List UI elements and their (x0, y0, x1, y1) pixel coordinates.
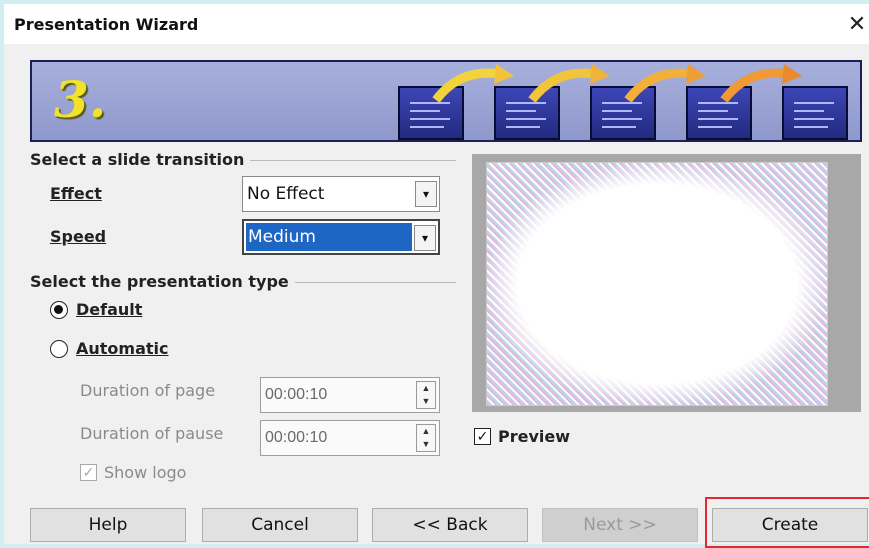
duration-pause-value: 00:00:10 (265, 429, 328, 446)
automatic-radio[interactable] (50, 340, 68, 358)
effect-label: Effect (50, 184, 102, 203)
show-logo-checkbox[interactable]: ✓ (80, 464, 97, 481)
speed-value: Medium (246, 223, 412, 251)
automatic-radio-label[interactable]: Automatic (76, 339, 169, 358)
speed-label: Speed (50, 227, 107, 246)
speed-dropdown[interactable]: Medium ▾ (242, 219, 440, 255)
duration-pause-label: Duration of pause (80, 424, 224, 443)
chevron-up-icon[interactable]: ▲ (417, 382, 435, 395)
curved-arrow-icon (720, 64, 802, 103)
presentation-wizard-window: Presentation Wizard ✕ 3. Select a slide … (0, 0, 869, 548)
step-number: 3. (54, 70, 107, 129)
effect-dropdown[interactable]: No Effect ▾ (242, 176, 440, 212)
presentation-type-group-label: Select the presentation type (30, 272, 295, 291)
title-bar: Presentation Wizard ✕ (4, 4, 869, 44)
close-icon[interactable]: ✕ (842, 8, 869, 40)
transition-group-label: Select a slide transition (30, 150, 251, 169)
spinner-buttons[interactable]: ▲ ▼ (416, 424, 436, 452)
window-title: Presentation Wizard (14, 15, 199, 34)
default-radio[interactable] (50, 301, 68, 319)
back-button[interactable]: << Back (372, 508, 528, 542)
preview-label[interactable]: Preview (498, 427, 570, 446)
preview-frame (472, 154, 861, 412)
help-button[interactable]: Help (30, 508, 186, 542)
chevron-up-icon[interactable]: ▲ (417, 425, 435, 438)
preview-checkbox[interactable]: ✓ (474, 428, 491, 445)
duration-pause-spinner[interactable]: 00:00:10 ▲ ▼ (260, 420, 440, 456)
curved-arrow-icon (432, 64, 514, 103)
curved-arrow-icon (528, 64, 610, 103)
chevron-down-icon[interactable]: ▼ (417, 395, 435, 408)
show-logo-label: Show logo (104, 463, 187, 482)
chevron-down-icon[interactable]: ▼ (417, 438, 435, 451)
slide-preview-image (486, 162, 828, 406)
create-highlight-box (705, 497, 869, 548)
chevron-down-icon[interactable]: ▾ (415, 181, 437, 207)
wizard-banner: 3. (30, 60, 862, 142)
spinner-buttons[interactable]: ▲ ▼ (416, 381, 436, 409)
duration-page-label: Duration of page (80, 381, 216, 400)
curved-arrow-icon (624, 64, 706, 103)
effect-value: No Effect (247, 184, 325, 204)
next-button[interactable]: Next >> (542, 508, 698, 542)
duration-page-value: 00:00:10 (265, 386, 328, 403)
default-radio-label[interactable]: Default (76, 300, 142, 319)
cancel-button[interactable]: Cancel (202, 508, 358, 542)
duration-page-spinner[interactable]: 00:00:10 ▲ ▼ (260, 377, 440, 413)
chevron-down-icon[interactable]: ▾ (414, 225, 436, 251)
